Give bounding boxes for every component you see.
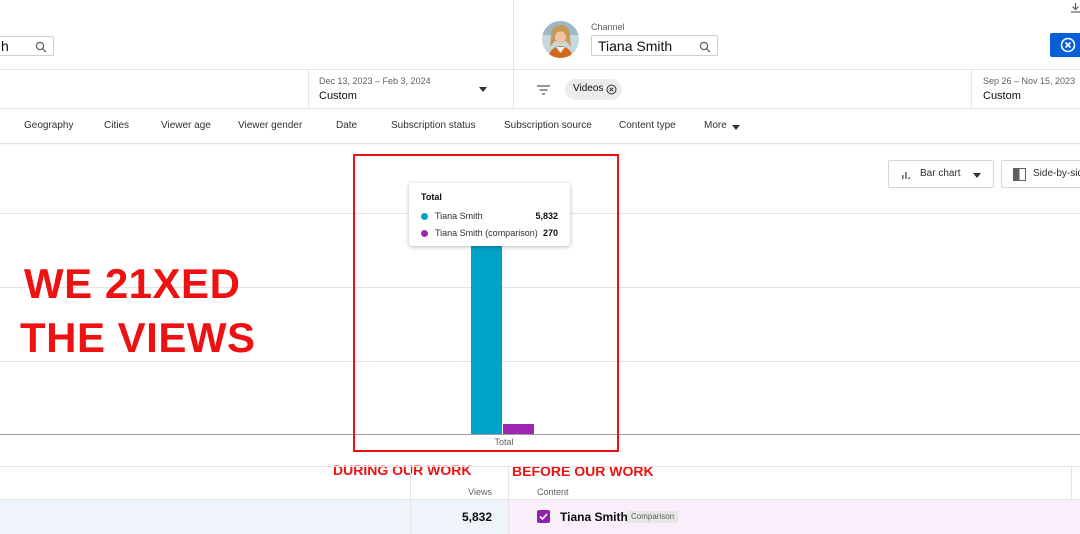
series-checkbox[interactable] xyxy=(537,510,550,523)
tab-viewer-gender[interactable]: Viewer gender xyxy=(238,120,302,131)
checkmark-icon xyxy=(539,513,548,521)
close-circle-icon[interactable] xyxy=(606,84,617,95)
column-divider xyxy=(508,500,509,534)
filter-icon[interactable] xyxy=(536,83,551,101)
primary-date-range-select[interactable]: Dec 13, 2023 – Feb 3, 2024 Custom xyxy=(309,70,499,109)
comparison-badge: Comparison xyxy=(627,511,679,523)
comparison-date-range-select[interactable]: Sep 26 – Nov 15, 2023 Custom xyxy=(972,70,1080,109)
tooltip-series-name: Tiana Smith (comparison) xyxy=(435,228,538,238)
tab-date[interactable]: Date xyxy=(336,120,357,131)
headline-line-1: WE 21XED xyxy=(24,260,241,307)
remove-comparison-button[interactable] xyxy=(1050,33,1080,57)
views-cell: 5,832 xyxy=(461,510,492,524)
bar-chart-icon xyxy=(902,172,910,179)
channel-avatar xyxy=(542,21,579,58)
tab-cities[interactable]: Cities xyxy=(104,120,129,131)
tab-geography[interactable]: Geography xyxy=(24,120,73,131)
channel-search-input[interactable]: Tiana Smith xyxy=(591,35,718,56)
tab-subscription-status[interactable]: Subscription status xyxy=(391,120,476,131)
tooltip-row: Tiana Smith 5,832 xyxy=(421,211,558,223)
close-circle-icon xyxy=(1060,37,1076,53)
layout-select[interactable]: Side-by-side xyxy=(1001,160,1080,188)
tab-more[interactable]: More xyxy=(704,120,727,131)
channel-label: Channel xyxy=(591,22,625,32)
tab-subscription-source[interactable]: Subscription source xyxy=(504,120,592,131)
tooltip-title: Total xyxy=(421,192,442,202)
tab-content-type[interactable]: Content type xyxy=(619,120,676,131)
chevron-down-icon xyxy=(732,125,740,130)
top-bar xyxy=(0,0,1080,70)
headline-line-2: THE VIEWS xyxy=(20,314,256,361)
left-search-input[interactable]: h xyxy=(0,36,54,56)
column-header-content: Content xyxy=(537,487,569,497)
primary-range-preset: Custom xyxy=(319,90,357,102)
filter-chip-label: Videos xyxy=(573,83,604,94)
filter-chip-videos[interactable]: Videos xyxy=(565,79,622,100)
chevron-down-icon xyxy=(973,173,981,178)
channel-value: Tiana Smith xyxy=(598,38,673,54)
comparison-range-preset: Custom xyxy=(983,90,1021,102)
search-icon[interactable] xyxy=(699,40,711,58)
chevron-down-icon xyxy=(479,87,487,92)
series-dot xyxy=(421,230,428,237)
tooltip-series-name: Tiana Smith xyxy=(435,211,483,221)
primary-range-text: Dec 13, 2023 – Feb 3, 2024 xyxy=(319,76,431,86)
comparison-range-text: Sep 26 – Nov 15, 2023 xyxy=(983,76,1076,86)
table-header: Views Content xyxy=(0,466,1080,500)
left-search-value: h xyxy=(1,38,9,54)
download-icon[interactable] xyxy=(1071,0,1080,18)
series-dot xyxy=(421,213,428,220)
tooltip-series-value: 5,832 xyxy=(535,211,558,221)
dimension-tabs: Geography Cities Viewer age Viewer gende… xyxy=(0,110,1080,144)
chart-tooltip: Total Tiana Smith 5,832 Tiana Smith (com… xyxy=(409,183,570,246)
tooltip-series-value: 270 xyxy=(542,228,558,238)
layout-label: Side-by-side xyxy=(1033,168,1080,179)
side-by-side-icon xyxy=(1013,168,1026,181)
channel-cell: Tiana Smith xyxy=(560,510,628,524)
chart-type-select[interactable]: Bar chart xyxy=(888,160,994,188)
column-header-views[interactable]: Views xyxy=(412,487,492,497)
tab-viewer-age[interactable]: Viewer age xyxy=(161,120,211,131)
column-divider xyxy=(410,500,411,534)
chart-type-label: Bar chart xyxy=(920,168,961,179)
tooltip-row: Tiana Smith (comparison) 270 xyxy=(421,228,558,240)
search-icon[interactable] xyxy=(35,40,47,58)
